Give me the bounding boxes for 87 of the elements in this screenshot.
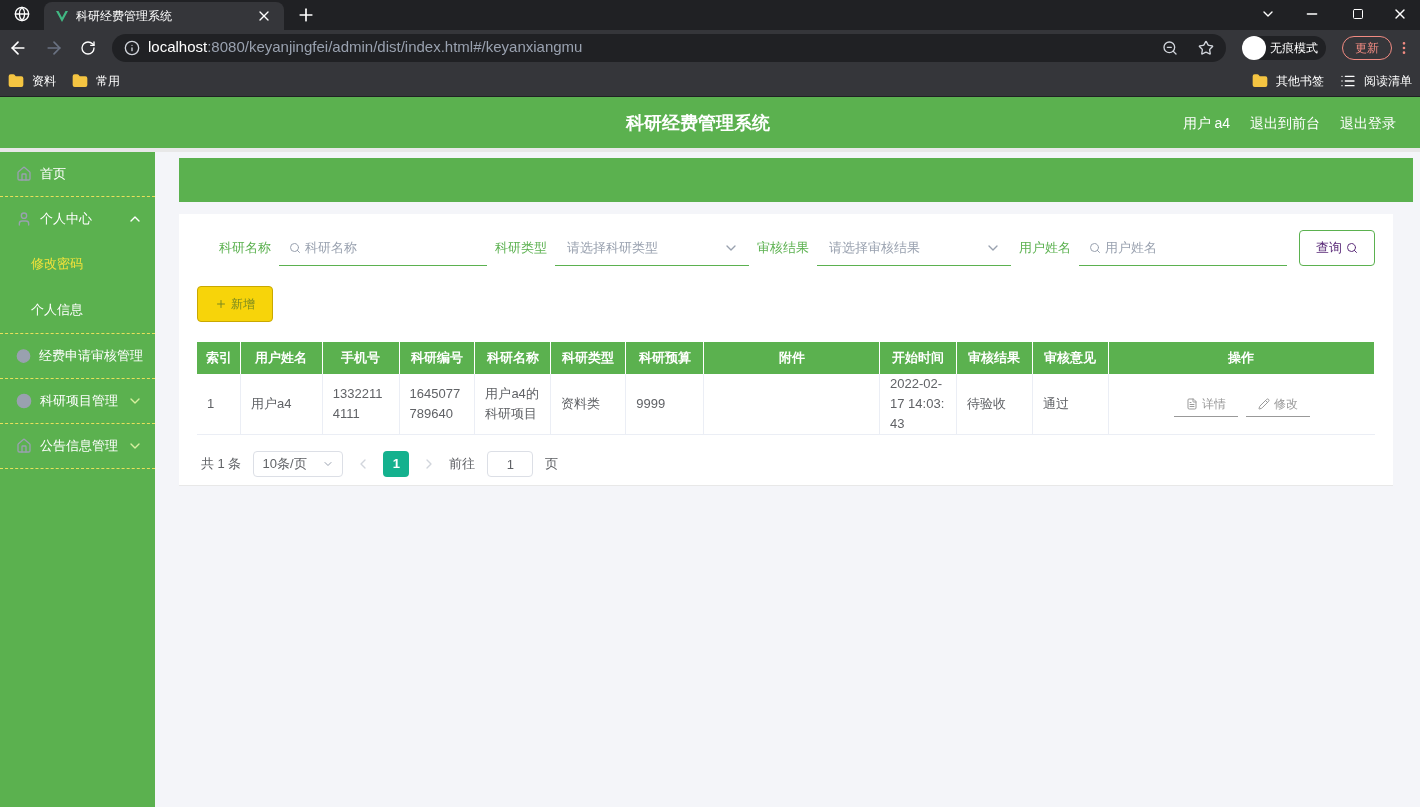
incognito-badge[interactable]: 无痕模式 bbox=[1242, 35, 1326, 60]
header-link[interactable]: 用户 a4 bbox=[1182, 112, 1230, 133]
browser-tab[interactable]: 科研经费管理系统 bbox=[44, 2, 284, 30]
column-header: 用户姓名 bbox=[240, 342, 323, 374]
tab-title: 科研经费管理系统 bbox=[76, 8, 173, 24]
page-suffix: 页 bbox=[545, 455, 559, 474]
column-header: 操作 bbox=[1108, 342, 1375, 374]
search-icon bbox=[289, 242, 301, 254]
table-cell: 待验收 bbox=[956, 374, 1033, 435]
incognito-icon bbox=[1242, 35, 1266, 60]
globe-icon[interactable] bbox=[14, 6, 30, 22]
folder-icon bbox=[1252, 72, 1268, 89]
info-icon bbox=[124, 39, 140, 56]
dot-icon bbox=[16, 393, 32, 409]
filter-label: 审核结果 bbox=[757, 239, 809, 258]
folder-icon bbox=[72, 72, 88, 89]
column-header: 索引 bbox=[197, 342, 241, 374]
add-button[interactable]: 新增 bbox=[197, 286, 273, 322]
page-size-select[interactable]: 10条/页 bbox=[253, 451, 344, 477]
table-cell: 1645077789640 bbox=[399, 374, 475, 435]
column-header: 审核意见 bbox=[1032, 342, 1109, 374]
table-cell: 用户a4的科研项目 bbox=[474, 374, 551, 435]
reading-list-label: 阅读清单 bbox=[1364, 72, 1412, 89]
reading-list[interactable]: 阅读清单 bbox=[1340, 72, 1412, 89]
reload-icon[interactable] bbox=[80, 39, 96, 56]
zoom-icon[interactable] bbox=[1162, 39, 1178, 56]
bookmark[interactable]: 其他书签 bbox=[1252, 72, 1324, 89]
table-cell: 9999 bbox=[625, 374, 704, 435]
page-button[interactable]: 1 bbox=[383, 451, 410, 477]
bookmark[interactable]: 资料 bbox=[8, 72, 56, 89]
pencil-icon bbox=[1257, 397, 1270, 410]
column-header: 手机号 bbox=[322, 342, 400, 374]
bookmark-label: 资料 bbox=[32, 72, 56, 89]
table-cell: 用户a4 bbox=[240, 374, 323, 435]
column-header: 科研编号 bbox=[399, 342, 475, 374]
dot-icon bbox=[16, 348, 31, 364]
select-field[interactable]: 请选择审核结果 bbox=[817, 230, 1011, 266]
document-icon bbox=[1185, 397, 1198, 410]
filter-label: 用户姓名 bbox=[1019, 239, 1071, 258]
incognito-label: 无痕模式 bbox=[1270, 39, 1318, 56]
bookmark[interactable]: 常用 bbox=[72, 72, 120, 89]
sidebar-item[interactable]: 个人中心 bbox=[0, 197, 155, 241]
home-icon bbox=[16, 166, 32, 182]
header-link[interactable]: 退出到前台 bbox=[1250, 112, 1320, 133]
search-icon bbox=[1089, 242, 1101, 254]
column-header: 附件 bbox=[703, 342, 880, 374]
total-count: 共 1 条 bbox=[201, 455, 242, 474]
table-cell: 资料类 bbox=[550, 374, 626, 435]
filter-label: 科研名称 bbox=[219, 239, 271, 258]
column-header: 科研类型 bbox=[550, 342, 626, 374]
home-icon bbox=[16, 438, 32, 454]
submenu-item[interactable]: 个人信息 bbox=[0, 287, 155, 333]
filter-label: 科研类型 bbox=[495, 239, 547, 258]
sidebar-item[interactable]: 经费申请审核管理 bbox=[0, 334, 155, 378]
action-button[interactable]: 详情 bbox=[1173, 391, 1238, 417]
app-title: 科研经费管理系统 bbox=[626, 111, 770, 135]
sidebar-item[interactable]: 科研项目管理 bbox=[0, 379, 155, 423]
column-header: 科研预算 bbox=[625, 342, 704, 374]
column-header: 科研名称 bbox=[474, 342, 551, 374]
sidebar-item[interactable]: 公告信息管理 bbox=[0, 424, 155, 468]
sidebar-item[interactable]: 首页 bbox=[0, 152, 155, 196]
star-icon[interactable] bbox=[1198, 39, 1214, 56]
column-header: 开始时间 bbox=[879, 342, 957, 374]
search-field[interactable]: 用户姓名 bbox=[1079, 230, 1287, 266]
action-button[interactable]: 修改 bbox=[1245, 391, 1310, 417]
table-cell: 1 bbox=[197, 374, 241, 435]
user-icon bbox=[16, 211, 32, 227]
bookmark-label: 其他书签 bbox=[1276, 72, 1324, 89]
restore-icon[interactable] bbox=[1352, 8, 1364, 20]
table-cell: 13322114111 bbox=[322, 374, 400, 435]
url-text: localhost:8080/keyanjingfei/admin/dist/index.html#/keyanxiangmu bbox=[148, 37, 584, 58]
table-cell: 2022-02-17 14:03:43 bbox=[879, 374, 957, 435]
select-field[interactable]: 请选择科研类型 bbox=[555, 230, 749, 266]
header-link[interactable]: 退出登录 bbox=[1340, 112, 1396, 133]
address-bar[interactable]: localhost:8080/keyanjingfei/admin/dist/index.html#/keyanxiangmu bbox=[112, 33, 1226, 62]
bookmark-label: 常用 bbox=[96, 72, 120, 89]
goto-label: 前往 bbox=[449, 455, 476, 474]
search-field[interactable]: 科研名称 bbox=[279, 230, 487, 266]
column-header: 审核结果 bbox=[956, 342, 1033, 374]
query-button[interactable]: 查询 bbox=[1299, 230, 1375, 266]
table-cell: 通过 bbox=[1032, 374, 1109, 435]
plus-icon bbox=[215, 298, 227, 310]
page-input[interactable]: 1 bbox=[487, 451, 534, 477]
v-logo-icon bbox=[56, 10, 68, 22]
search-icon bbox=[1346, 242, 1358, 254]
folder-icon bbox=[8, 72, 24, 89]
submenu-item[interactable]: 修改密码 bbox=[0, 241, 155, 287]
